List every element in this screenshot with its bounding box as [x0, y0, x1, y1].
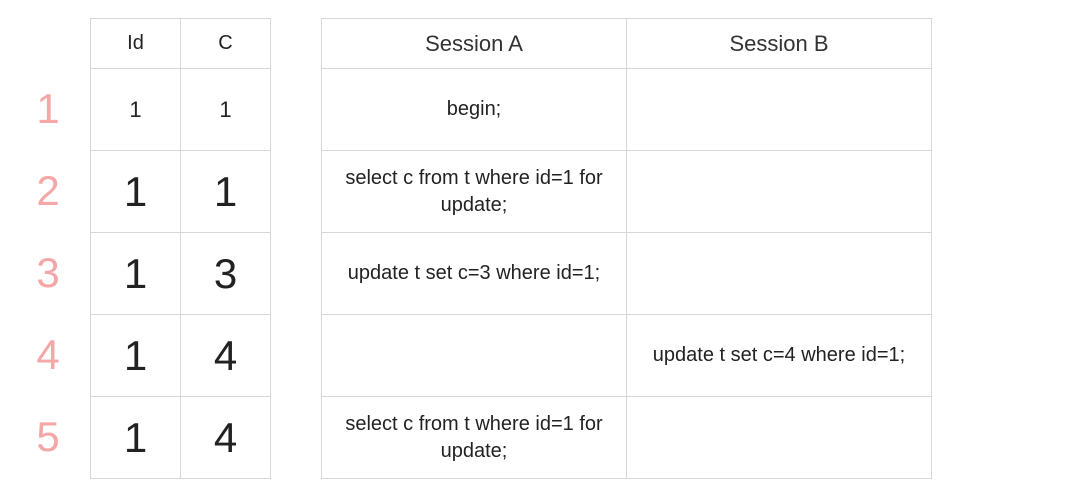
cell-session-b: update t set c=4 where id=1;: [627, 315, 932, 397]
step-number: 3: [24, 232, 72, 314]
cell-id: 1: [91, 69, 181, 151]
col-header-session-a: Session A: [322, 19, 627, 69]
data-table: Id C 1 1 1 1 1 3 1 4: [90, 18, 271, 479]
table-row: begin;: [322, 69, 932, 151]
cell-session-a: select c from t where id=1 for update;: [322, 397, 627, 479]
table-row: 1 3: [91, 233, 271, 315]
session-table: Session A Session B begin; select c from…: [321, 18, 932, 479]
col-header-id: Id: [91, 19, 181, 69]
table-row: select c from t where id=1 for update;: [322, 151, 932, 233]
cell-c: 4: [181, 397, 271, 479]
cell-c: 3: [181, 233, 271, 315]
step-numbers-column: 1 2 3 4 5: [24, 68, 72, 478]
diagram-wrap: 1 2 3 4 5 Id C 1 1 1 1: [24, 18, 1056, 479]
table-row: update t set c=3 where id=1;: [322, 233, 932, 315]
table-row: 1 4: [91, 315, 271, 397]
col-header-c: C: [181, 19, 271, 69]
step-number: 5: [24, 396, 72, 478]
step-number: 2: [24, 150, 72, 232]
cell-session-b: [627, 69, 932, 151]
cell-id: 1: [91, 315, 181, 397]
cell-session-b: [627, 233, 932, 315]
table-row: 1 1: [91, 151, 271, 233]
table-row: 1 1: [91, 69, 271, 151]
cell-id: 1: [91, 151, 181, 233]
cell-id: 1: [91, 397, 181, 479]
cell-c: 1: [181, 151, 271, 233]
step-number: 1: [24, 68, 72, 150]
cell-id: 1: [91, 233, 181, 315]
cell-session-a: select c from t where id=1 for update;: [322, 151, 627, 233]
step-number: 4: [24, 314, 72, 396]
table-row: update t set c=4 where id=1;: [322, 315, 932, 397]
col-header-session-b: Session B: [627, 19, 932, 69]
table-row: 1 4: [91, 397, 271, 479]
cell-session-a: update t set c=3 where id=1;: [322, 233, 627, 315]
table-row: select c from t where id=1 for update;: [322, 397, 932, 479]
cell-session-a: begin;: [322, 69, 627, 151]
cell-c: 1: [181, 69, 271, 151]
cell-session-a: [322, 315, 627, 397]
cell-c: 4: [181, 315, 271, 397]
left-group: 1 2 3 4 5 Id C 1 1 1 1: [24, 18, 271, 479]
cell-session-b: [627, 397, 932, 479]
cell-session-b: [627, 151, 932, 233]
